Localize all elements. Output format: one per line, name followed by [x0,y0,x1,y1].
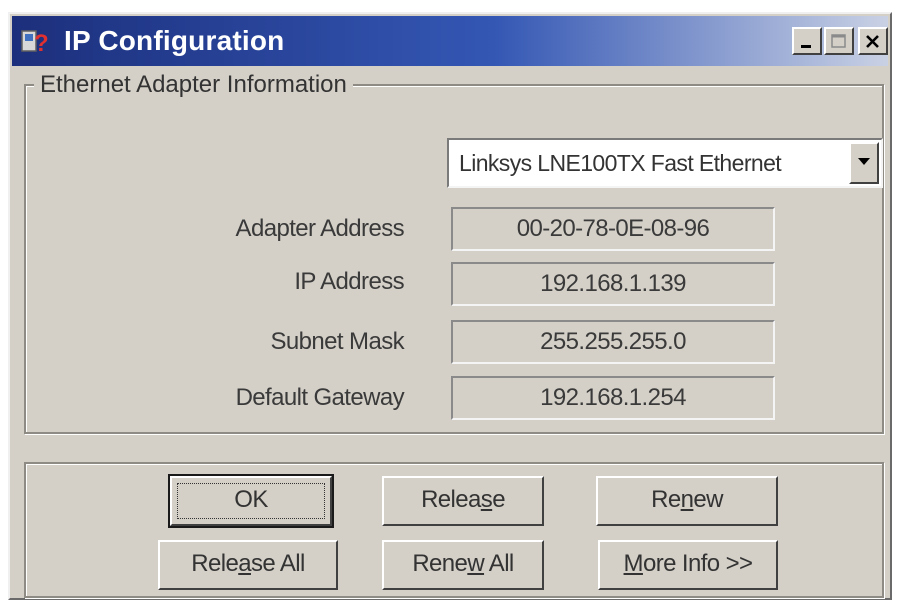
ok-button[interactable]: OK [168,474,334,528]
release-label-part2: e [492,486,505,513]
subnet-mask-label: Subnet Mask [270,328,405,355]
minimize-button[interactable] [792,27,822,55]
renew-all-accel-key: w [467,550,485,577]
default-gateway-field: 192.168.1.254 [451,376,775,420]
adapter-dropdown[interactable]: Linksys LNE100TX Fast Ethernet [447,138,883,188]
release-accel-key: s [480,486,493,513]
renew-accel-key: n [680,486,694,513]
ip-address-field: 192.168.1.139 [451,262,775,306]
svg-text:?: ? [34,30,49,57]
release-label-part1: Relea [421,486,481,513]
adapter-address-value: 00-20-78-0E-08-96 [516,215,710,242]
ip-address-value: 192.168.1.139 [540,270,686,297]
renew-label-part1: Re [651,486,681,513]
dropdown-arrow-button[interactable] [849,142,879,184]
dropdown-arrow-icon [858,158,870,165]
release-all-accel-key: a [238,550,251,577]
default-gateway-label: Default Gateway [235,384,405,411]
ip-configuration-window: ? IP Configuration Ethernet Adapter Info… [8,12,892,600]
group-legend: Ethernet Adapter Information [34,72,353,98]
minimize-icon [801,45,811,48]
adapter-address-field: 00-20-78-0E-08-96 [451,207,775,251]
adapter-address-label: Adapter Address [235,215,405,242]
more-info-label: ore Info >> [642,550,753,577]
subnet-mask-field: 255.255.255.0 [451,320,775,364]
title-bar[interactable]: ? IP Configuration [12,16,888,66]
renew-all-label-part2: All [484,550,514,577]
focus-rectangle [177,483,325,519]
default-gateway-value: 192.168.1.254 [540,384,686,411]
window-title: IP Configuration [64,25,285,56]
close-icon [866,35,879,48]
maximize-icon [831,34,846,48]
release-all-button[interactable]: Release All [158,540,338,590]
subnet-mask-value: 255.255.255.0 [540,328,686,355]
maximize-button[interactable] [824,27,854,55]
more-info-accel-key: M [623,550,644,577]
release-all-label-part1: Rele [191,550,239,577]
renew-button[interactable]: Renew [596,476,778,526]
more-info-button[interactable]: More Info >> [598,540,778,590]
renew-all-label-part1: Rene [412,550,468,577]
adapter-dropdown-value: Linksys LNE100TX Fast Ethernet [459,150,782,176]
renew-all-button[interactable]: Renew All [382,540,544,590]
close-button[interactable] [858,27,888,55]
release-button[interactable]: Release [382,476,544,526]
app-icon[interactable]: ? [20,25,54,57]
renew-label-part2: ew [693,486,723,513]
release-all-label-part2: se All [250,550,305,577]
ip-address-label: IP Address [294,268,404,295]
